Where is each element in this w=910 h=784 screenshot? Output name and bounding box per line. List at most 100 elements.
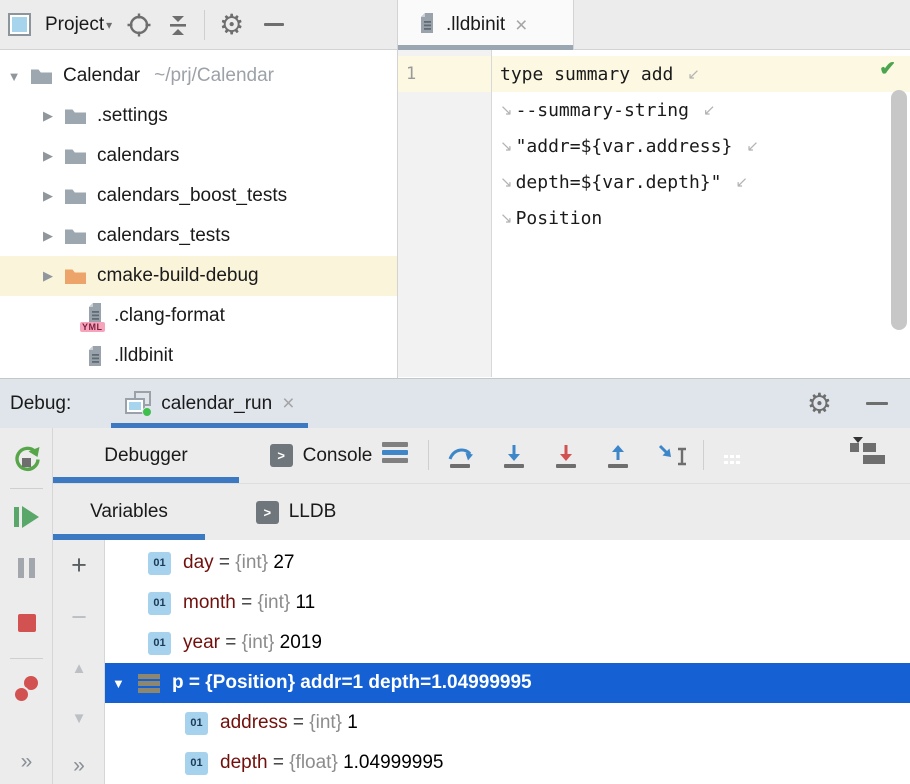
tab-debugger-label: Debugger — [104, 445, 187, 467]
tree-item-label: .lldbinit — [114, 345, 173, 367]
variable-row-month[interactable]: 01month = {int} 11 — [105, 583, 910, 623]
run-to-cursor-button[interactable] — [656, 442, 692, 475]
debug-label: Debug: — [10, 393, 71, 415]
collapsed-arrow-icon[interactable]: ▶ — [40, 148, 56, 164]
primitive-value-icon: 01 — [185, 712, 208, 735]
expanded-arrow-icon[interactable]: ▼ — [112, 676, 138, 691]
tree-item-settings[interactable]: ▶.settings — [0, 96, 397, 136]
terminal-icon: > — [270, 444, 293, 467]
toolbar-divider — [10, 488, 43, 489]
close-icon[interactable]: × — [515, 15, 527, 36]
gear-icon[interactable]: ⚙ — [807, 387, 832, 420]
editor-tab-label: .lldbinit — [446, 14, 505, 36]
project-tree: ▼Calendar~/prj/Calendar▶.settings▶calend… — [0, 50, 397, 376]
remove-watch-button[interactable]: − — [53, 602, 105, 633]
restore-layout-icon[interactable] — [382, 442, 408, 463]
tree-item-calendars-tests[interactable]: ▶calendars_tests — [0, 216, 397, 256]
chevron-down-icon: ▾ — [106, 18, 112, 32]
folder-icon — [64, 227, 87, 246]
editor-visual-line-1[interactable]: type summary add↙ — [492, 56, 910, 92]
locate-file-icon[interactable] — [126, 12, 152, 38]
force-step-into-button[interactable] — [552, 442, 580, 475]
variable-name: year — [183, 632, 220, 654]
variable-type: {int} — [235, 552, 268, 574]
hide-tool-window-icon[interactable] — [264, 23, 284, 26]
terminal-icon: > — [256, 501, 279, 524]
view-breakpoints-button[interactable] — [12, 676, 40, 704]
tab-console-label: Console — [303, 445, 373, 467]
tree-item-cmake-build-debug[interactable]: ▶cmake-build-debug — [0, 256, 397, 296]
inspections-ok-icon[interactable]: ✔ — [879, 56, 896, 81]
variable-row-year[interactable]: 01year = {int} 2019 — [105, 623, 910, 663]
tab-lldb[interactable]: > LLDB — [231, 484, 361, 540]
editor-tab-lldbinit[interactable]: .lldbinit × — [398, 0, 574, 50]
move-down-button[interactable]: ▼ — [53, 710, 105, 727]
collapsed-arrow-icon[interactable]: ▶ — [40, 268, 56, 284]
soft-wrap-lead-icon: ↘ — [500, 101, 513, 119]
collapsed-arrow-icon[interactable]: ▶ — [40, 228, 56, 244]
variable-name: address — [220, 712, 288, 734]
debugger-tabs-toolbar: Debugger > Console — [53, 428, 910, 484]
struct-value-icon — [138, 674, 160, 693]
gear-icon[interactable]: ⚙ — [219, 8, 244, 41]
close-icon[interactable]: × — [282, 393, 294, 414]
resume-button[interactable] — [0, 506, 53, 528]
line-number: 1 — [398, 56, 491, 92]
yml-file-badge: YML — [80, 322, 105, 332]
step-into-button[interactable] — [500, 442, 528, 475]
tree-item-lldbinit[interactable]: .lldbinit — [0, 336, 397, 376]
variable-value: 1.04999995 — [338, 752, 444, 774]
toolbar-divider — [428, 440, 429, 470]
hide-tool-window-icon[interactable] — [866, 402, 888, 405]
collapse-all-icon[interactable] — [166, 12, 190, 38]
editor-visual-line-5[interactable]: ↘Position — [492, 200, 910, 236]
editor-visual-line-3[interactable]: ↘"addr=${var.address}↙ — [492, 128, 910, 164]
expanded-arrow-icon[interactable]: ▼ — [6, 69, 22, 84]
project-view-selector[interactable]: Project ▾ — [45, 14, 112, 36]
variable-row-address[interactable]: 01address = {int} 1 — [105, 703, 910, 743]
soft-wrap-lead-icon: ↘ — [500, 209, 513, 227]
folder-icon — [64, 147, 87, 166]
tree-item-label: .clang-format — [114, 305, 225, 327]
tool-window-icon-fill — [12, 17, 27, 32]
tab-debugger[interactable]: Debugger — [53, 428, 239, 483]
equals-sign: = — [184, 672, 206, 694]
pause-button[interactable] — [0, 558, 53, 578]
text-file-icon — [418, 12, 436, 39]
move-up-button[interactable]: ▲ — [53, 660, 105, 677]
editor-body[interactable]: 1 type summary add↙↘--summary-string↙↘"a… — [398, 50, 910, 377]
tree-item-calendars-boost-tests[interactable]: ▶calendars_boost_tests — [0, 176, 397, 216]
collapsed-arrow-icon[interactable]: ▶ — [40, 108, 56, 124]
tree-item-calendar-root[interactable]: ▼Calendar~/prj/Calendar — [0, 56, 397, 96]
variable-type: {int} — [309, 712, 342, 734]
tree-item-calendars[interactable]: ▶calendars — [0, 136, 397, 176]
step-over-button[interactable] — [446, 442, 474, 475]
variable-type: {int} — [242, 632, 275, 654]
rerun-button[interactable] — [0, 444, 53, 474]
editor-gutter: 1 — [398, 50, 492, 377]
tree-item-clang-format[interactable]: YML .clang-format — [0, 296, 397, 336]
variable-name: depth — [220, 752, 268, 774]
editor-code-area[interactable]: type summary add↙↘--summary-string↙↘"add… — [492, 50, 910, 377]
editor-visual-line-2[interactable]: ↘--summary-string↙ — [492, 92, 910, 128]
editor-visual-line-4[interactable]: ↘depth=${var.depth}"↙ — [492, 164, 910, 200]
variable-row-p[interactable]: ▼p = {Position} addr=1 depth=1.04999995 — [105, 663, 910, 703]
equals-sign: = — [220, 632, 242, 654]
step-out-button[interactable] — [604, 442, 632, 475]
editor-pane: .lldbinit × 1 type summary add↙↘--summar… — [398, 0, 910, 378]
editor-scrollbar[interactable] — [891, 90, 907, 330]
more-actions-chevron[interactable]: » — [53, 754, 105, 778]
add-watch-button[interactable]: + — [53, 550, 105, 581]
editor-tab-strip: .lldbinit × — [398, 0, 910, 50]
stop-button[interactable] — [0, 614, 53, 632]
collapsed-arrow-icon[interactable]: ▶ — [40, 188, 56, 204]
variable-name: month — [183, 592, 236, 614]
soft-wrap-lead-icon: ↘ — [500, 173, 513, 191]
variable-row-depth[interactable]: 01depth = {float} 1.04999995 — [105, 743, 910, 783]
tool-window-icon[interactable] — [8, 13, 31, 36]
tab-variables[interactable]: Variables — [53, 484, 205, 540]
variable-row-day[interactable]: 01day = {int} 27 — [105, 543, 910, 583]
debug-session-tab[interactable]: calendar_run × — [111, 379, 308, 428]
more-actions-chevron[interactable]: » — [0, 750, 53, 774]
variable-type: {Position} — [205, 672, 295, 694]
